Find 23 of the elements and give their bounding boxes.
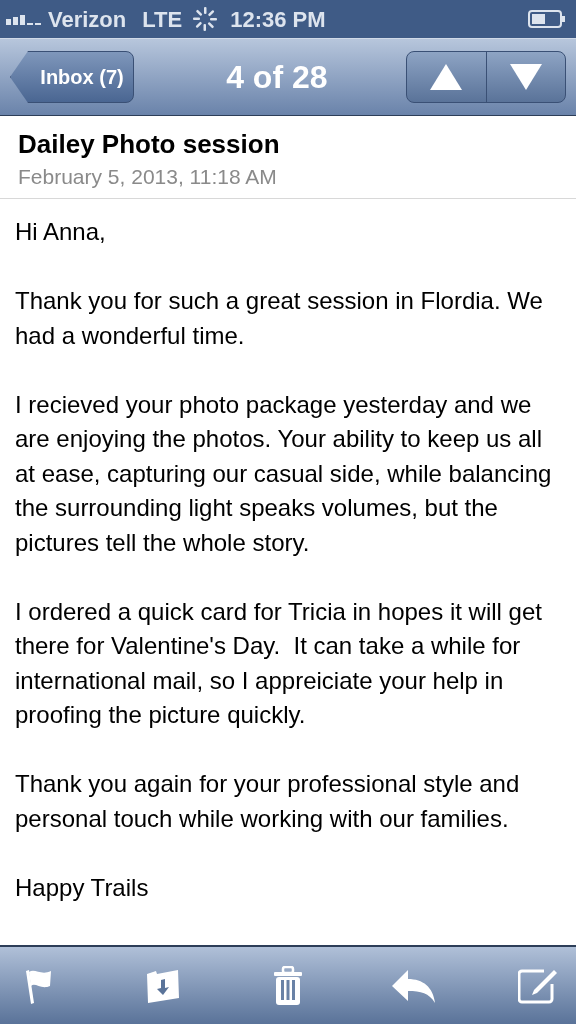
- message-subject: Dailey Photo session: [18, 128, 281, 161]
- message-paragraph: Thank you for such a great session in Flordia. We had a wonderful time.: [15, 286, 544, 351]
- compose-icon: [518, 967, 558, 1004]
- signal-icon: [6, 13, 44, 25]
- flag-icon: [23, 967, 53, 1004]
- battery-icon: [528, 10, 566, 28]
- folder-arrow-icon: [146, 967, 180, 1004]
- carrier-name: Verizon: [48, 5, 127, 34]
- message-paragraph: I ordered a quick card for Tricia in hopes it will get there for Valentine's Day. It can take a while for international mail, so I appreiciate your help in proofing the picture quickly.: [15, 596, 543, 730]
- clock: 12:36 PM: [230, 5, 326, 34]
- message-paragraph: Hi Anna,: [15, 217, 107, 247]
- message-paragraph: I recieved your photo package yesterday and we are enjoying the photos. Your ability to keep us all at ease, capturing our casual side, while balancing the surrounding light speaks volumes, but the pictures tell the whole story.: [15, 389, 553, 558]
- message-paragraph: Thank you again for your professional style and personal touch while working with our families.: [15, 769, 521, 834]
- network-type: LTE: [142, 5, 183, 34]
- back-button[interactable]: Inbox (7): [10, 51, 134, 103]
- up-triangle-icon: [430, 64, 463, 90]
- trash-icon: [273, 965, 303, 1006]
- activity-spinner-icon: [192, 6, 219, 32]
- reply-arrow-icon: [391, 968, 435, 1003]
- message-date: February 5, 2013, 11:18 AM: [18, 164, 278, 190]
- message-paragraph: Happy Trails: [15, 872, 150, 903]
- navigation-title: 4 of 28: [226, 58, 328, 97]
- down-triangle-icon: [509, 64, 542, 90]
